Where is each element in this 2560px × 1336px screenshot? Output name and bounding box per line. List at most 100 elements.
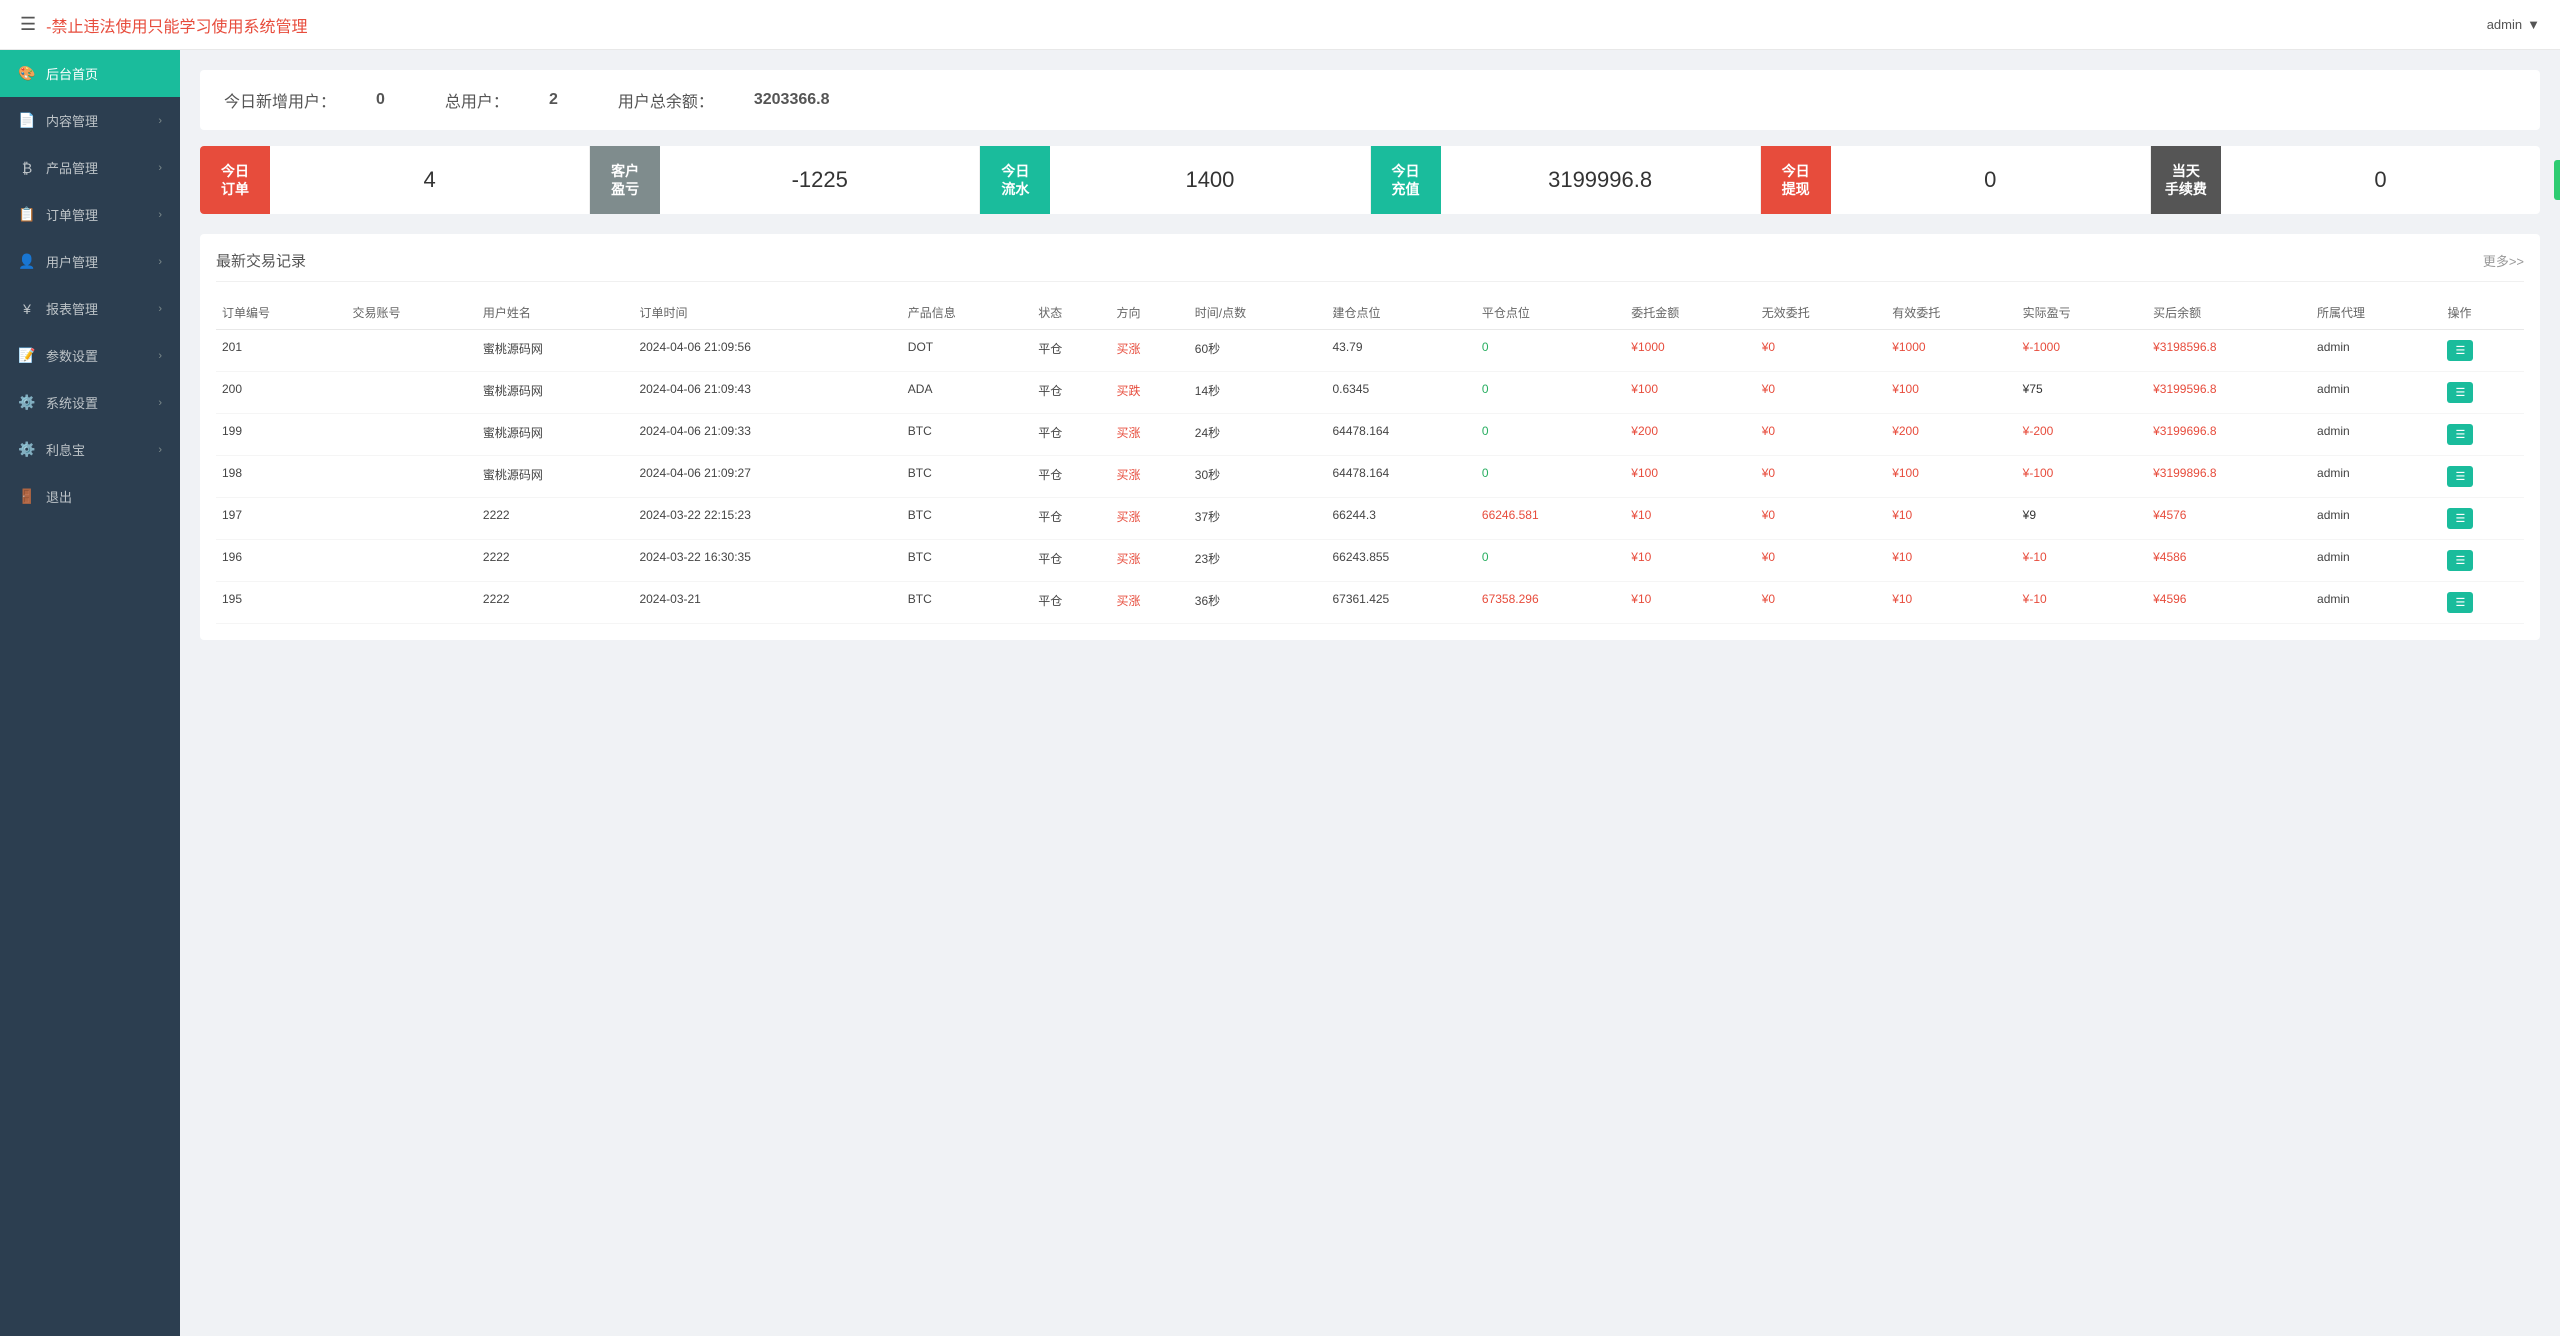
username-label: admin — [2487, 17, 2522, 32]
table-more-link[interactable]: 更多>> — [2483, 251, 2524, 270]
time-points: 23秒 — [1189, 540, 1327, 582]
order-time: 2024-03-22 16:30:35 — [633, 540, 901, 582]
order-no: 200 — [216, 372, 346, 414]
sidebar-item-9[interactable]: 🚪 退出 — [0, 473, 180, 520]
order-time: 2024-04-06 21:09:27 — [633, 456, 901, 498]
sidebar-item-7[interactable]: ⚙️ 系统设置 › — [0, 379, 180, 426]
col-header: 无效委托 — [1756, 296, 1886, 330]
amount: ¥1000 — [1625, 330, 1755, 372]
sidebar-icon-9: 🚪 — [18, 488, 36, 506]
card-value-4: 0 — [1831, 167, 2150, 193]
detail-button[interactable]: ☰ — [2447, 550, 2473, 571]
amount: ¥10 — [1625, 498, 1755, 540]
table-row: 201 蜜桃源码网 2024-04-06 21:09:56 DOT 平仓 买涨 … — [216, 330, 2524, 372]
close-price: 66246.581 — [1476, 498, 1625, 540]
arrow-icon: › — [158, 303, 162, 315]
sidebar-item-1[interactable]: 📄 内容管理 › — [0, 97, 180, 144]
sidebar-item-5[interactable]: ¥ 报表管理 › — [0, 285, 180, 332]
invalid: ¥0 — [1756, 456, 1886, 498]
arrow-icon: › — [158, 162, 162, 174]
user-menu[interactable]: admin ▼ — [2487, 17, 2540, 32]
order-no: 198 — [216, 456, 346, 498]
detail-button[interactable]: ☰ — [2447, 592, 2473, 613]
profit: ¥-1000 — [2017, 330, 2147, 372]
direction: 买涨 — [1111, 330, 1189, 372]
time-points: 30秒 — [1189, 456, 1327, 498]
product: ADA — [902, 372, 1032, 414]
card-value-0: 4 — [270, 167, 589, 193]
sidebar-item-0[interactable]: 🎨 后台首页 — [0, 50, 180, 97]
header-left: ☰ -禁止违法使用只能学习使用系统管理 — [20, 13, 308, 37]
sidebar-label-6: 参数设置 — [46, 346, 98, 365]
col-header: 所属代理 — [2311, 296, 2441, 330]
detail-button[interactable]: ☰ — [2447, 424, 2473, 445]
status: 平仓 — [1032, 498, 1110, 540]
close-price: 0 — [1476, 330, 1625, 372]
header: ☰ -禁止违法使用只能学习使用系统管理 admin ▼ — [0, 0, 2560, 50]
sidebar-item-left: 📝 参数设置 — [18, 346, 98, 365]
balance-after: ¥4576 — [2147, 498, 2311, 540]
sidebar-label-8: 利息宝 — [46, 440, 85, 459]
arrow-icon: › — [158, 397, 162, 409]
balance-after: ¥3198596.8 — [2147, 330, 2311, 372]
open-price: 64478.164 — [1326, 456, 1475, 498]
sidebar-icon-2: ₿ — [18, 159, 36, 177]
direction: 买涨 — [1111, 414, 1189, 456]
col-header: 方向 — [1111, 296, 1189, 330]
status: 平仓 — [1032, 414, 1110, 456]
new-users-value: 0 — [376, 91, 385, 109]
sidebar-item-4[interactable]: 👤 用户管理 › — [0, 238, 180, 285]
trade-account — [346, 540, 476, 582]
transactions-table: 订单编号交易账号用户姓名订单时间产品信息状态方向时间/点数建仓点位平仓点位委托金… — [216, 296, 2524, 624]
valid: ¥100 — [1886, 372, 2016, 414]
hamburger-icon[interactable]: ☰ — [20, 14, 36, 35]
col-header: 时间/点数 — [1189, 296, 1327, 330]
profit: ¥-200 — [2017, 414, 2147, 456]
card-value-2: 1400 — [1050, 167, 1369, 193]
detail-button[interactable]: ☰ — [2447, 340, 2473, 361]
detail-button[interactable]: ☰ — [2447, 382, 2473, 403]
sidebar-item-3[interactable]: 📋 订单管理 › — [0, 191, 180, 238]
sidebar-item-6[interactable]: 📝 参数设置 › — [0, 332, 180, 379]
stat-card-3: 今日充值 3199996.8 — [1371, 146, 1761, 214]
valid: ¥1000 — [1886, 330, 2016, 372]
col-header: 委托金额 — [1625, 296, 1755, 330]
status: 平仓 — [1032, 582, 1110, 624]
profit: ¥-10 — [2017, 582, 2147, 624]
detail-button[interactable]: ☰ — [2447, 466, 2473, 487]
sidebar-item-left: ¥ 报表管理 — [18, 299, 98, 318]
time-points: 14秒 — [1189, 372, 1327, 414]
action-cell: ☰ — [2441, 456, 2524, 498]
balance-after: ¥3199596.8 — [2147, 372, 2311, 414]
sidebar-item-left: ⚙️ 利息宝 — [18, 440, 85, 459]
open-price: 64478.164 — [1326, 414, 1475, 456]
action-cell: ☰ — [2441, 498, 2524, 540]
detail-button[interactable]: ☰ — [2447, 508, 2473, 529]
sidebar-item-8[interactable]: ⚙️ 利息宝 › — [0, 426, 180, 473]
trade-account — [346, 498, 476, 540]
stat-card-1: 客户盈亏 -1225 — [590, 146, 980, 214]
order-time: 2024-03-22 22:15:23 — [633, 498, 901, 540]
order-time: 2024-04-06 21:09:33 — [633, 414, 901, 456]
col-header: 平仓点位 — [1476, 296, 1625, 330]
profit: ¥75 — [2017, 372, 2147, 414]
order-no: 196 — [216, 540, 346, 582]
stat-card-5: 当天手续费 0 — [2151, 146, 2540, 214]
sidebar-item-2[interactable]: ₿ 产品管理 › — [0, 144, 180, 191]
agent: admin — [2311, 498, 2441, 540]
profit: ¥9 — [2017, 498, 2147, 540]
trade-account — [346, 414, 476, 456]
time-points: 24秒 — [1189, 414, 1327, 456]
card-label-1: 客户盈亏 — [590, 146, 660, 214]
agent: admin — [2311, 372, 2441, 414]
card-label-5: 当天手续费 — [2151, 146, 2221, 214]
trade-account — [346, 582, 476, 624]
total-users-value: 2 — [549, 91, 558, 109]
table-row: 198 蜜桃源码网 2024-04-06 21:09:27 BTC 平仓 买涨 … — [216, 456, 2524, 498]
sidebar-label-0: 后台首页 — [46, 64, 98, 83]
col-header: 状态 — [1032, 296, 1110, 330]
order-no: 199 — [216, 414, 346, 456]
sidebar-item-left: ⚙️ 系统设置 — [18, 393, 98, 412]
table-row: 200 蜜桃源码网 2024-04-06 21:09:43 ADA 平仓 买跌 … — [216, 372, 2524, 414]
col-header: 交易账号 — [346, 296, 476, 330]
